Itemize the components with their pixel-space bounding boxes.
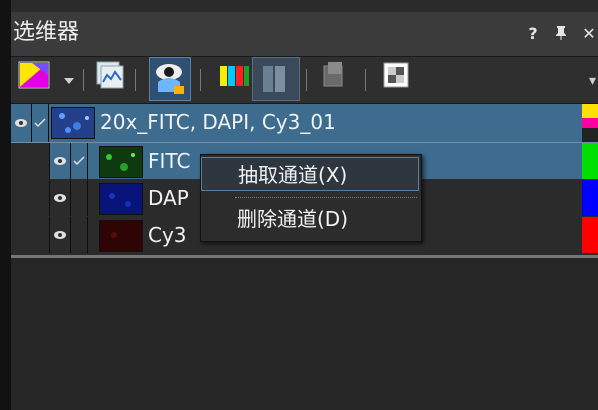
composite-swatch (582, 104, 598, 142)
panel-title: 选维器 (13, 20, 80, 45)
panel-titlebar: 选维器 ? ✕ (11, 12, 598, 57)
channel-label: Cy3 (148, 223, 187, 247)
channel-thumbnail (99, 220, 143, 252)
toolbar-separator (83, 69, 84, 91)
dropdown-arrow-icon[interactable] (64, 71, 74, 84)
extract-icon[interactable] (319, 60, 349, 90)
image-view-icon[interactable] (95, 60, 125, 90)
grid-icon[interactable] (383, 62, 409, 88)
channel-label: DAP (148, 186, 189, 210)
checkmark-icon[interactable] (71, 143, 88, 179)
help-icon[interactable]: ? (524, 22, 542, 44)
toolbar-separator (200, 69, 201, 91)
channel-split-icon[interactable] (252, 57, 300, 101)
channel-label: FITC (148, 149, 191, 173)
channel-color-swatch (582, 180, 598, 216)
channel-tree: 20x_FITC, DAPI, Cy3_01 FITC DAP Cy3 (11, 104, 598, 410)
channel-color-swatch (582, 143, 598, 179)
close-icon[interactable]: ✕ (580, 22, 598, 44)
toolbar-separator (365, 69, 366, 91)
channel-color-swatch (582, 217, 598, 253)
visibility-eye-icon[interactable] (50, 180, 71, 216)
toolbar-overflow-icon[interactable]: ▾ (589, 73, 596, 89)
visibility-eye-icon[interactable] (50, 217, 71, 253)
tree-parent-row[interactable]: 20x_FITC, DAPI, Cy3_01 (11, 104, 598, 143)
indent-cell (11, 143, 50, 179)
eye-icon[interactable] (149, 57, 191, 101)
channel-thumbnail (99, 146, 143, 178)
menu-item-delete-channel[interactable]: 删除通道(D) (201, 202, 419, 236)
selector-panel: 选维器 ? ✕ ▾ 20x_FITC, DAPI, Cy3_01 FITC DA… (0, 0, 598, 410)
context-menu: 抽取通道(X) 删除通道(D) (200, 154, 422, 242)
checkbox-empty[interactable] (71, 180, 88, 216)
toolbar-separator (135, 69, 136, 91)
tree-parent-label: 20x_FITC, DAPI, Cy3_01 (100, 110, 336, 134)
toolbar: ▾ (11, 57, 598, 104)
checkmark-icon[interactable] (32, 104, 49, 142)
channel-bars-icon[interactable] (216, 60, 252, 90)
visibility-eye-icon[interactable] (11, 104, 32, 142)
toolbar-separator (306, 69, 307, 91)
image-thumbnail (51, 107, 95, 139)
menu-item-extract-channel[interactable]: 抽取通道(X) (201, 157, 419, 191)
indent-cell (11, 217, 50, 253)
empty-area (11, 258, 598, 410)
channel-thumbnail (99, 183, 143, 215)
color-picker-icon[interactable] (18, 61, 54, 89)
left-edge (0, 0, 11, 410)
indent-cell (11, 180, 50, 216)
menu-separator (235, 197, 417, 199)
checkbox-empty[interactable] (71, 217, 88, 253)
visibility-eye-icon[interactable] (50, 143, 71, 179)
pin-icon[interactable] (552, 22, 570, 44)
